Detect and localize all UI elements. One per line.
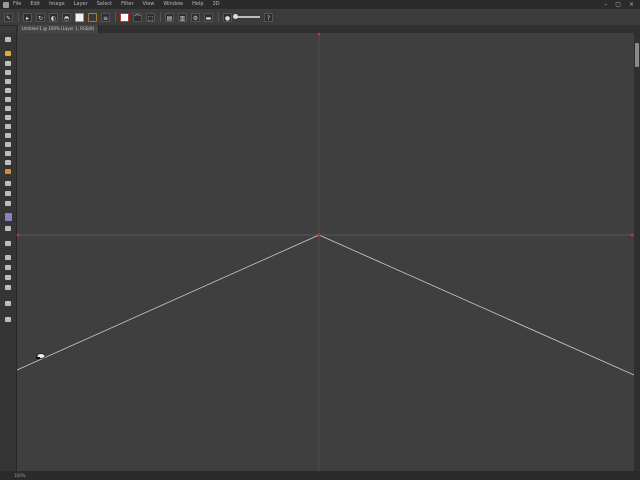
path-anchor-point[interactable] bbox=[317, 233, 321, 237]
path-stroke[interactable] bbox=[16, 234, 635, 376]
pen-cursor-icon bbox=[36, 353, 46, 359]
status-bar: 100% bbox=[0, 471, 640, 480]
guide-anchor-left[interactable] bbox=[16, 233, 20, 237]
vertical-scrollbar[interactable] bbox=[634, 33, 640, 471]
canvas-overlay bbox=[16, 32, 635, 471]
guide-anchor-top[interactable] bbox=[317, 32, 321, 36]
guide-anchor-right[interactable] bbox=[630, 233, 634, 237]
scrollbar-thumb[interactable] bbox=[635, 43, 639, 67]
zoom-readout[interactable]: 100% bbox=[14, 473, 25, 478]
